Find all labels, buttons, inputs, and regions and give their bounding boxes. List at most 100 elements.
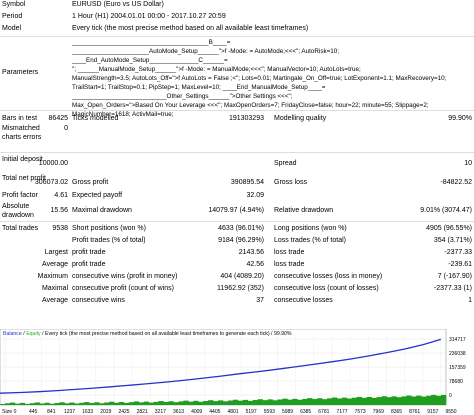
param-line: Max_Open_Orders=">Based On Your Leverage… [72, 102, 429, 109]
volume-bar [218, 400, 224, 405]
stat-label: consecutive wins (profit in money) [72, 273, 178, 280]
volume-bar [297, 399, 303, 405]
volume-bar [307, 398, 313, 405]
x-tick-label: 4405 [209, 409, 220, 415]
volume-bar [59, 402, 65, 405]
stat-kind: Maximal [41, 285, 68, 292]
short-positions-value: 4633 (96.01%) [218, 225, 264, 232]
y-tick-label: 78680 [449, 379, 463, 385]
volume-bar [99, 403, 105, 405]
x-tick-label: 6385 [300, 409, 311, 415]
stat-value: -239.61 [448, 261, 472, 268]
stat-label: loss trade [274, 249, 305, 256]
stat-value: 42.56 [246, 261, 264, 268]
stat-kind: Largest [44, 249, 68, 256]
profit-factor-label: Profit factor [2, 192, 38, 199]
x-tick-label: 1633 [82, 409, 93, 415]
y-tick-label: 236038 [449, 351, 466, 357]
stat-value: -2377.33 [444, 249, 472, 256]
row-mismatched: Mismatched charts errors 0 [0, 124, 474, 152]
row-profit-trades: Profit trades (% of total) 9184 (96.29%)… [0, 236, 474, 245]
volume-bar [188, 401, 194, 405]
volume-bar [222, 401, 229, 405]
volume-bar [386, 397, 392, 405]
row-average: Average profit trade 42.56 loss trade -2… [0, 260, 474, 269]
volume-bar [163, 402, 169, 405]
volume-bar [168, 401, 174, 405]
volume-bar [213, 401, 219, 405]
volume-bar [267, 399, 273, 405]
volume-bar [317, 398, 323, 405]
x-tick-label: 1237 [64, 409, 75, 415]
x-tick-label: 2029 [100, 409, 111, 415]
profit-trades-label: Profit trades (% of total) [72, 237, 146, 244]
stat-kind: Maximum [37, 273, 68, 280]
x-tick-label: 5593 [264, 409, 275, 415]
volume-bar [391, 396, 397, 405]
loss-trades-label: Loss trades (% of total) [274, 237, 346, 244]
parameters-label: Parameters [2, 69, 39, 76]
row-largest: Largest profit trade 2143.56 loss trade … [0, 248, 474, 257]
stat-kind: Average [42, 261, 68, 268]
stat-label: consecutive loss (count of losses) [274, 285, 379, 292]
volume-bar [272, 400, 278, 405]
volume-bar [128, 402, 135, 405]
expected-payoff-value: 32.09 [246, 192, 264, 199]
volume-bar [287, 399, 293, 405]
parameters-value: _______________________________________B… [72, 38, 472, 119]
volume-bar [133, 401, 140, 405]
volume-bar [421, 396, 427, 405]
row-drawdown: Absolute drawdown 15.56 Maximal drawdown… [0, 202, 474, 221]
param-line: TrailStart=1; TrailStop=0.1; PipStep=1; … [72, 84, 326, 91]
volume-bar [193, 400, 199, 405]
maximal-drawdown-value: 14079.97 (4.94%) [208, 207, 264, 214]
volume-bar [148, 402, 154, 405]
profit-factor-value: 4.61 [54, 192, 68, 199]
volume-bar [138, 402, 144, 405]
stat-label: consecutive losses (loss in money) [274, 273, 383, 280]
stat-label: consecutive wins [72, 297, 125, 304]
volume-bar [153, 401, 159, 405]
model-value: Every tick (the most precise method base… [72, 25, 309, 32]
quality-value: 99.90% [448, 115, 472, 122]
x-tick-label: 5989 [282, 409, 293, 415]
volume-bar [441, 394, 447, 405]
volume-bar [252, 400, 258, 405]
volume-bar [54, 403, 60, 405]
bars-value: 86425 [48, 115, 68, 122]
long-positions-value: 4905 (96.55%) [426, 225, 472, 232]
volume-bar [336, 398, 343, 405]
volume-bar [69, 402, 75, 405]
relative-drawdown-value: 9.01% (3074.47) [420, 207, 472, 214]
spread-value: 10 [464, 160, 472, 167]
volume-bar [361, 397, 367, 405]
long-positions-label: Long positions (won %) [274, 225, 347, 232]
volume-bar [376, 397, 382, 405]
volume-bar [0, 404, 6, 405]
row-total-trades: Total trades 9538 Short positions (won %… [0, 224, 474, 233]
row-model: Model Every tick (the most precise metho… [0, 24, 474, 33]
stat-value: -2377.33 (1) [433, 285, 472, 292]
stat-value: 11962.92 (352) [217, 285, 264, 292]
volume-bar [312, 399, 318, 405]
volume-bar [64, 403, 70, 405]
y-tick-label: 0 [449, 393, 452, 399]
x-tick-label: 2821 [137, 409, 148, 415]
stat-label: consecutive losses [274, 297, 333, 304]
volume-bar [24, 403, 31, 405]
y-tick-label: 157359 [449, 365, 466, 371]
x-tick-label: 4009 [191, 409, 202, 415]
volume-bar [104, 402, 110, 405]
volume-bar [109, 401, 115, 405]
volume-bar [262, 400, 268, 405]
volume-bar [292, 398, 298, 405]
volume-bar [14, 403, 21, 405]
x-tick-label: 2425 [118, 409, 129, 415]
row-symbol: Symbol EURUSD (Euro vs US Dollar) [0, 0, 474, 9]
x-tick-label: 9550 [445, 409, 456, 415]
y-tick-label: 314717 [449, 337, 466, 343]
volume-bar [183, 400, 189, 405]
volume-bar [322, 399, 328, 405]
size-label: Size [2, 409, 12, 415]
volume-bar [401, 396, 407, 405]
